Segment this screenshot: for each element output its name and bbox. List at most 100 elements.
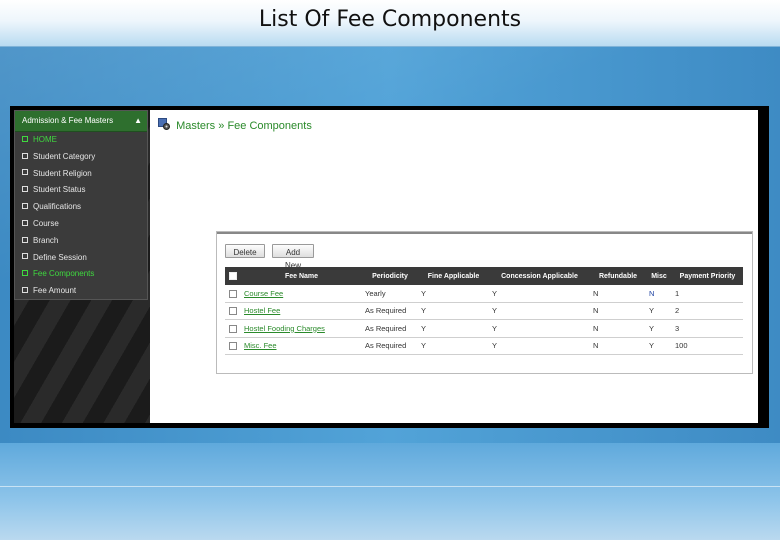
breadcrumb-root[interactable]: Masters [176,120,215,132]
bullet-icon [22,253,28,260]
concession-cell-value: Y [492,306,498,316]
sidebar-item[interactable]: Course [15,216,147,233]
fee-name-link[interactable]: Hostel Fee [244,306,280,315]
select-all-header[interactable] [225,267,241,285]
table-row: Hostel Fee As Required Y Y N Y 2 [225,302,743,320]
col-concession-applicable: Concession Applicable [489,267,590,285]
table-header-row: Fee Name Periodicity Fine Applicable Con… [225,267,743,285]
sidebar-item-label: Fee Components [33,269,95,279]
misc-cell-value: N [649,288,655,298]
refundable-cell-value: N [593,323,599,333]
sidebar-item-label: Course [33,218,59,228]
periodicity-cell: As Required [362,302,418,320]
col-fee-name: Fee Name [241,267,362,285]
row-checkbox[interactable] [229,324,237,333]
bullet-icon [22,236,28,243]
sidebar-menu: Admission & Fee Masters ▲ HOME Student Ca… [14,110,148,300]
row-checkbox-cell[interactable] [225,302,241,320]
fine-cell-value: Y [421,306,427,316]
bullet-icon [22,186,28,193]
footer-divider [0,486,780,487]
menu-header[interactable]: Admission & Fee Masters ▲ [15,111,147,132]
col-payment-priority: Payment Priority [672,267,743,285]
periodicity-cell: As Required [362,337,418,355]
refundable-cell: N [590,285,646,303]
refundable-cell-value: N [593,306,599,316]
fee-name-link[interactable]: Course Fee [244,289,283,298]
fee-name-link[interactable]: Hostel Fee [241,302,362,320]
periodicity-cell-value: As Required [365,341,407,351]
bullet-icon [22,152,28,159]
priority-cell-value: 100 [675,341,688,351]
sidebar-item[interactable]: Student Religion [15,166,147,183]
bullet-icon [22,287,28,294]
row-checkbox[interactable] [229,342,237,351]
fine-cell: Y [418,302,489,320]
priority-cell-value: 2 [675,306,680,316]
breadcrumb-separator: » [218,120,225,132]
table-row: Hostel Fooding Charges As Required Y Y N Y 3 [225,319,743,338]
fee-name-link[interactable]: Misc. Fee [244,341,277,350]
misc-cell-value: Y [649,323,655,333]
breadcrumb: Masters » Fee Components [158,118,312,132]
sidebar-item[interactable]: Student Status [15,182,147,199]
row-checkbox-cell[interactable] [225,337,241,355]
bullet-icon [22,135,28,142]
select-all-checkbox[interactable] [229,272,237,280]
menu-header-label: Admission & Fee Masters [22,116,114,125]
fee-name-link[interactable]: Hostel Fooding Charges [241,319,362,338]
sidebar-item[interactable]: Qualifications [15,199,147,216]
sidebar-item-label: Student Status [33,185,86,195]
refundable-cell-value: N [593,341,599,351]
sidebar-item[interactable]: Student Category [15,149,147,166]
delete-button[interactable]: Delete [225,244,265,258]
sidebar-item[interactable]: HOME [15,132,147,149]
priority-cell: 3 [672,319,743,338]
chevron-up-icon[interactable]: ▲ [134,111,142,131]
priority-cell-value: 1 [675,288,680,298]
concession-cell-value: Y [492,323,498,333]
sidebar-item-label: Student Religion [33,168,92,178]
gear-icon [158,118,170,131]
app-screenshot: Admission & Fee Masters ▲ HOME Student Ca… [10,106,769,428]
sidebar-item[interactable]: Branch [15,233,147,250]
periodicity-cell-value: As Required [365,306,407,316]
fine-cell-value: Y [421,341,427,351]
main-content: Masters » Fee Components Delete Add New … [150,110,758,423]
misc-cell-value: Y [649,306,655,316]
refundable-cell-value: N [593,288,599,298]
col-periodicity: Periodicity [362,267,418,285]
slide-title: List Of Fee Components [258,7,522,32]
periodicity-cell-value: Yearly [365,288,386,298]
concession-cell: Y [489,285,590,303]
fee-name-link[interactable]: Misc. Fee [241,337,362,355]
sidebar-item[interactable]: Define Session [15,250,147,267]
concession-cell-value: Y [492,341,498,351]
row-checkbox-cell[interactable] [225,285,241,303]
periodicity-cell: As Required [362,319,418,338]
panel-divider [217,232,752,234]
add-new-button[interactable]: Add New [272,244,314,270]
fee-name-link[interactable]: Hostel Fooding Charges [244,324,325,333]
concession-cell: Y [489,337,590,355]
misc-cell: N [646,285,672,303]
fine-cell: Y [418,319,489,338]
misc-cell: Y [646,337,672,355]
row-checkbox-cell[interactable] [225,319,241,338]
sidebar-item[interactable]: Fee Amount [15,283,147,300]
fine-cell-value: Y [421,288,427,298]
refundable-cell: N [590,302,646,320]
fee-components-panel: Delete Add New Fee Name Periodicity Fine… [216,231,753,374]
sidebar-item-label: HOME [33,135,57,144]
fee-name-link[interactable]: Course Fee [241,285,362,303]
concession-cell: Y [489,302,590,320]
row-checkbox[interactable] [229,289,237,298]
sidebar-item-label: Define Session [33,252,87,262]
sidebar-item[interactable]: Fee Components [15,266,147,283]
periodicity-cell: Yearly [362,285,418,303]
fine-cell: Y [418,337,489,355]
bullet-icon [22,270,28,277]
table-row: Misc. Fee As Required Y Y N Y 100 [225,337,743,355]
row-checkbox[interactable] [229,307,237,316]
refundable-cell: N [590,337,646,355]
